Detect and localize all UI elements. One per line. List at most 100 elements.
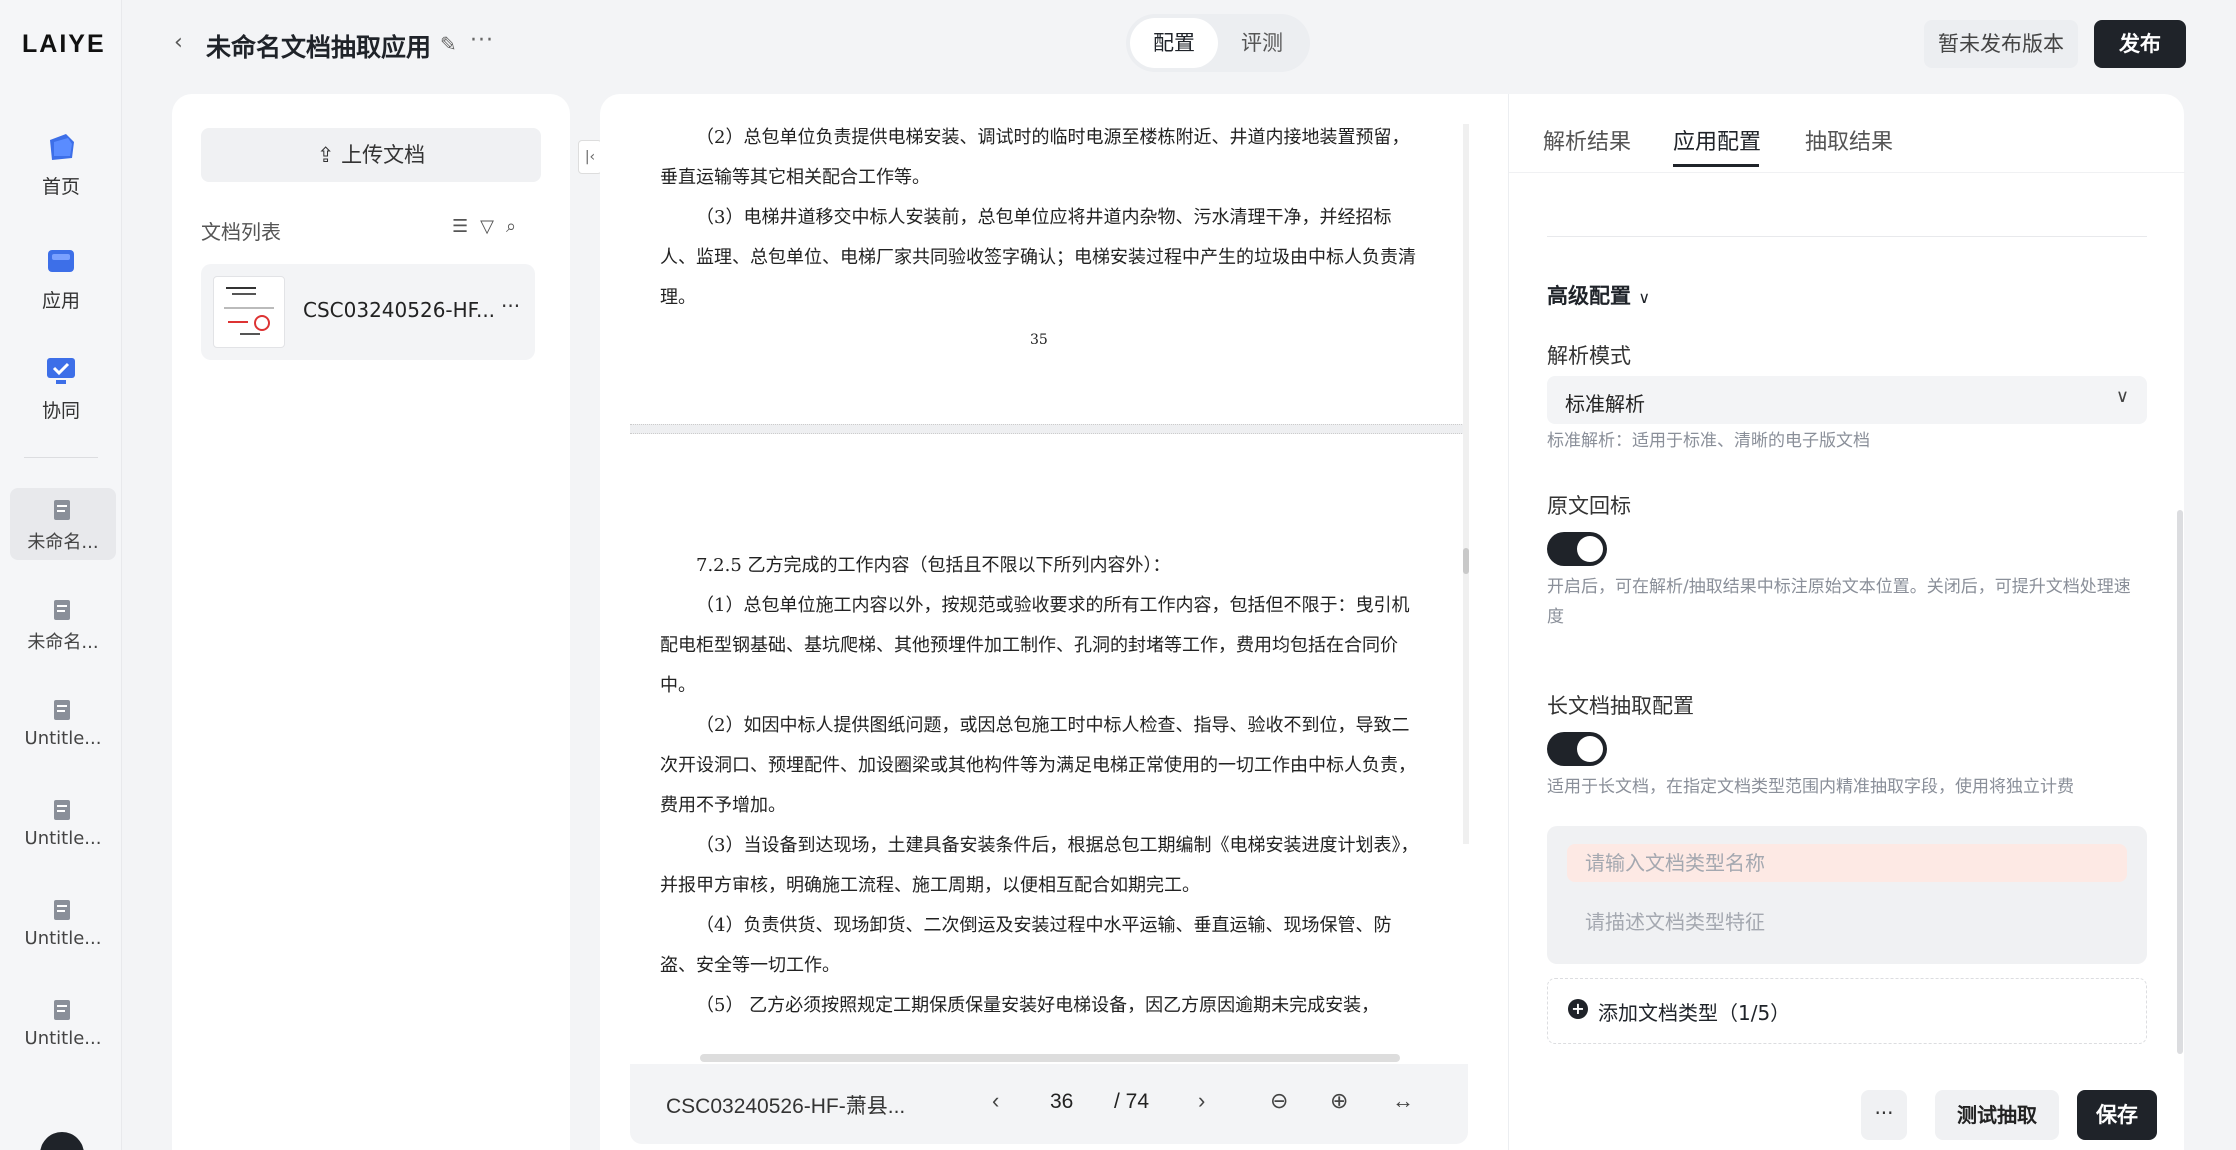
doc-type-desc-input[interactable]: 请描述文档类型特征: [1585, 906, 1765, 935]
nav-doc-item[interactable]: Untitle...: [10, 988, 116, 1060]
source-mark-label: 原文回标: [1547, 494, 1631, 518]
list-sort-icon[interactable]: ☰: [452, 216, 468, 237]
source-mark-toggle[interactable]: [1547, 532, 1607, 566]
active-tab-indicator: [1673, 164, 1759, 167]
page-paragraph: （1）总包单位施工内容以外，按规范或验收要求的所有工作内容，包括但不限于：曳引机…: [660, 595, 1410, 696]
next-page-icon[interactable]: ›: [1198, 1088, 1205, 1114]
source-mark-hint: 开启后，可在解析/抽取结果中标注原始文本位置。关闭后，可提升文档处理速度: [1547, 577, 2131, 627]
document-list-panel: ⇪ 上传文档 文档列表 ☰ ▽ ⌕ CSC03240526-HF... ···: [172, 94, 570, 1150]
tab-config[interactable]: 配置: [1130, 18, 1218, 68]
nav-label-app: 应用: [41, 290, 80, 312]
page-paragraph: （4）负责供货、现场卸货、二次倒运及安装过程中水平运输、垂直运输、现场保管、防盗…: [660, 915, 1392, 976]
nav-doc-label: Untitle...: [24, 1028, 102, 1049]
app-icon: [48, 250, 74, 272]
filter-icon[interactable]: ▽: [480, 216, 494, 237]
viewer-toolbar: CSC03240526-HF-萧县... ‹ 36 / 74 › ⊖ ⊕ ↔: [630, 1064, 1468, 1144]
page-number: 35: [1030, 332, 1048, 348]
chevron-down-icon: ∨: [1638, 288, 1651, 307]
nav-doc-item[interactable]: Untitle...: [10, 688, 116, 760]
mode-switch: 配置 评测: [1126, 14, 1310, 72]
document-viewer: （2）总包单位负责提供电梯安装、调试时的临时电源至楼栋附近、井道内接地装置预留，…: [600, 94, 1508, 1150]
chevron-down-icon: ∨: [2115, 386, 2129, 407]
nav-label-home: 首页: [41, 176, 80, 198]
nav-doc-item[interactable]: Untitle...: [10, 888, 116, 960]
search-icon[interactable]: ⌕: [506, 216, 516, 237]
file-card[interactable]: CSC03240526-HF... ···: [201, 264, 535, 360]
config-scrollbar[interactable]: [2177, 510, 2183, 1054]
page-paragraph: （3）当设备到达现场，土建具备安装条件后，根据总包工期编制《电梯安装进度计划表》…: [660, 835, 1419, 896]
header: ‹ 未命名文档抽取应用 ✎ ··· 配置 评测 暂未发布版本 发布: [122, 0, 2236, 90]
zoom-out-icon[interactable]: ⊖: [1270, 1088, 1288, 1114]
long-doc-hint: 适用于长文档，在指定文档类型范围内精准抽取字段，使用将独立计费: [1547, 777, 2074, 797]
parse-mode-label: 解析模式: [1547, 344, 1631, 368]
left-nav: LAIYE 首页 应用 协同 未命名... 未命名... Untitle... …: [0, 0, 122, 1150]
page-paragraph: （3）电梯井道移交中标人安装前，总包单位应将井道内杂物、污水清理干净，并经招标人…: [660, 207, 1416, 308]
zoom-in-icon[interactable]: ⊕: [1330, 1088, 1348, 1114]
test-extract-button[interactable]: 测试抽取: [1935, 1090, 2059, 1140]
advanced-config-label: 高级配置: [1547, 284, 1631, 308]
document-icon: [54, 500, 70, 520]
nav-doc-item[interactable]: Untitle...: [10, 788, 116, 860]
tab-extract-result[interactable]: 抽取结果: [1805, 124, 1893, 156]
nav-doc-label: Untitle...: [24, 828, 102, 849]
more-button[interactable]: ···: [1861, 1090, 1907, 1140]
page-paragraph: （2）如因中标人提供图纸问题，或因总包施工时中标人检查、指导、验收不到位，导致二…: [660, 715, 1416, 816]
avatar[interactable]: [40, 1132, 84, 1150]
document-icon: [54, 600, 70, 620]
config-panel: 解析结果 应用配置 抽取结果 高级配置 ∨ 解析模式 标准解析 ∨ 标准解析：适…: [1508, 94, 2185, 1150]
save-button[interactable]: 保存: [2077, 1090, 2157, 1140]
viewer-file-name: CSC03240526-HF-萧县...: [666, 1095, 906, 1118]
doc-type-card: 请输入文档类型名称 请描述文档类型特征: [1547, 826, 2147, 964]
tab-parse-result[interactable]: 解析结果: [1543, 124, 1631, 156]
edit-icon[interactable]: ✎: [440, 32, 457, 56]
plus-circle-icon: +: [1568, 999, 1588, 1019]
fit-width-icon[interactable]: ↔: [1392, 1088, 1414, 1114]
collab-icon: [47, 358, 75, 384]
list-title: 文档列表: [201, 220, 281, 244]
file-more-icon[interactable]: ···: [501, 294, 520, 318]
upload-label: 上传文档: [341, 143, 426, 167]
nav-doc-item[interactable]: 未命名...: [10, 588, 116, 660]
long-doc-label: 长文档抽取配置: [1547, 694, 1694, 718]
nav-item-collab[interactable]: 协同: [0, 356, 122, 423]
viewer-scrollbar[interactable]: [1463, 124, 1469, 844]
section-divider: [1547, 236, 2147, 237]
nav-item-app[interactable]: 应用: [0, 246, 122, 313]
back-button[interactable]: ‹: [174, 30, 183, 55]
long-doc-toggle[interactable]: [1547, 732, 1607, 766]
more-icon[interactable]: ···: [470, 28, 494, 53]
upload-button[interactable]: ⇪ 上传文档: [201, 128, 541, 182]
upload-icon: ⇪: [316, 143, 342, 167]
prev-page-icon[interactable]: ‹: [992, 1088, 999, 1114]
file-name: CSC03240526-HF...: [303, 298, 496, 322]
document-icon: [54, 700, 70, 720]
tabs-divider: [1509, 172, 2185, 173]
viewer-horizontal-scrollbar[interactable]: [700, 1054, 1400, 1062]
page-separator: [630, 424, 1468, 434]
nav-doc-label: Untitle...: [24, 728, 102, 749]
total-pages: / 74: [1114, 1090, 1150, 1113]
tab-eval[interactable]: 评测: [1218, 18, 1306, 68]
viewer-scroll-thumb[interactable]: [1463, 548, 1469, 574]
page-input[interactable]: 36: [1050, 1090, 1073, 1114]
advanced-config-toggle[interactable]: 高级配置 ∨: [1547, 280, 1650, 310]
document-icon: [54, 1000, 70, 1020]
version-button[interactable]: 暂未发布版本: [1924, 20, 2078, 68]
nav-label-collab: 协同: [41, 400, 80, 422]
publish-button[interactable]: 发布: [2094, 20, 2186, 68]
logo: LAIYE: [22, 30, 106, 58]
nav-item-home[interactable]: 首页: [0, 132, 122, 199]
page-paragraph: （2）总包单位负责提供电梯安装、调试时的临时电源至楼栋附近、井道内接地装置预留，…: [660, 127, 1410, 188]
doc-type-name-input[interactable]: 请输入文档类型名称: [1567, 844, 2127, 882]
page-paragraph: 7.2.5 乙方完成的工作内容（包括且不限以下所列内容外）：: [696, 555, 1171, 576]
parse-mode-value: 标准解析: [1565, 392, 1645, 416]
add-doc-type-button[interactable]: + 添加文档类型（1/5）: [1547, 978, 2147, 1044]
nav-doc-label: 未命名...: [27, 632, 99, 653]
tab-app-config[interactable]: 应用配置: [1673, 124, 1761, 156]
nav-doc-item[interactable]: 未命名...: [10, 488, 116, 560]
parse-mode-hint: 标准解析：适用于标准、清晰的电子版文档: [1547, 431, 1870, 451]
document-icon: [54, 800, 70, 820]
document-icon: [54, 900, 70, 920]
nav-doc-label: Untitle...: [24, 928, 102, 949]
parse-mode-select[interactable]: 标准解析 ∨: [1547, 376, 2147, 424]
